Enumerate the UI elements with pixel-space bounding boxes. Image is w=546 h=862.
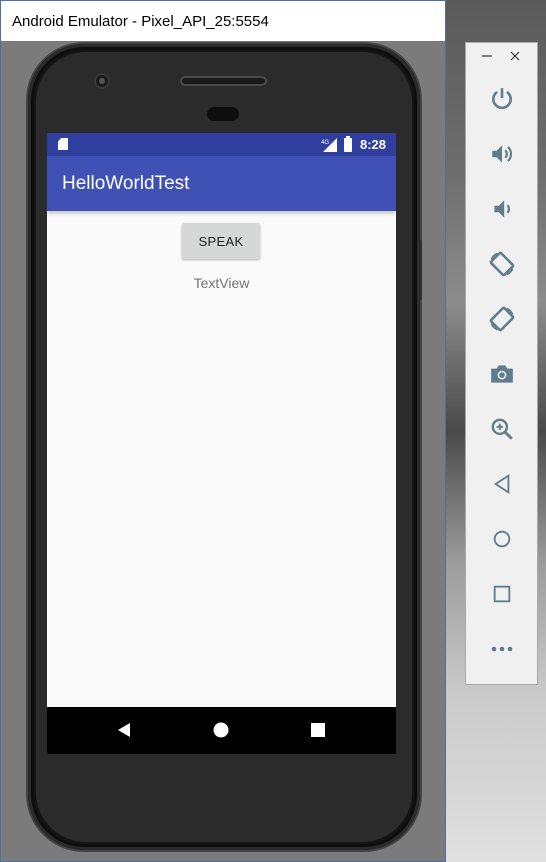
back-icon xyxy=(118,723,130,737)
toolbar-back-button[interactable] xyxy=(466,462,537,506)
zoom-button[interactable] xyxy=(466,407,537,451)
more-icon xyxy=(491,646,512,652)
home-icon xyxy=(213,722,229,738)
back-icon xyxy=(493,474,509,494)
speak-button[interactable]: SPEAK xyxy=(182,223,260,259)
overview-icon xyxy=(493,585,510,603)
zoom-icon xyxy=(491,418,513,440)
toolbar-overview-button[interactable] xyxy=(466,572,537,616)
toolbar-home-button[interactable] xyxy=(466,517,537,561)
emulator-toolbar xyxy=(465,42,538,685)
rotate-left-button[interactable] xyxy=(466,242,537,286)
close-icon[interactable] xyxy=(508,49,522,63)
navigation-bar xyxy=(47,707,396,754)
battery-icon xyxy=(344,136,352,152)
volume-down-icon xyxy=(493,200,510,218)
nav-recents-button[interactable] xyxy=(288,707,348,754)
volume-down-button[interactable] xyxy=(466,187,537,231)
recents-icon xyxy=(311,723,325,737)
camera-icon xyxy=(490,365,513,383)
more-button[interactable] xyxy=(466,627,537,671)
rotate-right-button[interactable] xyxy=(466,297,537,341)
front-camera-icon xyxy=(94,73,110,89)
nav-back-button[interactable] xyxy=(94,707,154,754)
power-icon xyxy=(491,88,512,110)
rotate-left-icon xyxy=(489,251,514,277)
app-bar: HelloWorldTest xyxy=(47,156,396,211)
status-bar: 4G 8:28 xyxy=(47,133,396,156)
network-type-label: 4G xyxy=(321,140,329,146)
volume-up-icon xyxy=(491,145,512,163)
rotate-right-icon xyxy=(489,306,514,332)
volume-up-button[interactable] xyxy=(466,132,537,176)
power-button[interactable] xyxy=(466,77,537,121)
screenshot-button[interactable] xyxy=(466,352,537,396)
text-view: TextView xyxy=(193,275,250,291)
minimize-icon[interactable] xyxy=(480,49,494,63)
cell-signal-icon: 4G xyxy=(321,138,337,152)
nav-home-button[interactable] xyxy=(191,707,251,754)
window-title: Android Emulator - Pixel_API_25:5554 xyxy=(1,1,445,41)
app-title: HelloWorldTest xyxy=(62,173,190,194)
side-button[interactable] xyxy=(417,240,422,300)
earpiece-speaker xyxy=(180,76,267,86)
sd-card-icon xyxy=(58,138,68,150)
status-clock: 8:28 xyxy=(360,137,387,152)
device-screen: 4G 8:28 HelloWorldTest SPEAK TextView xyxy=(47,133,396,754)
home-icon xyxy=(493,530,510,548)
proximity-sensor xyxy=(207,107,239,121)
